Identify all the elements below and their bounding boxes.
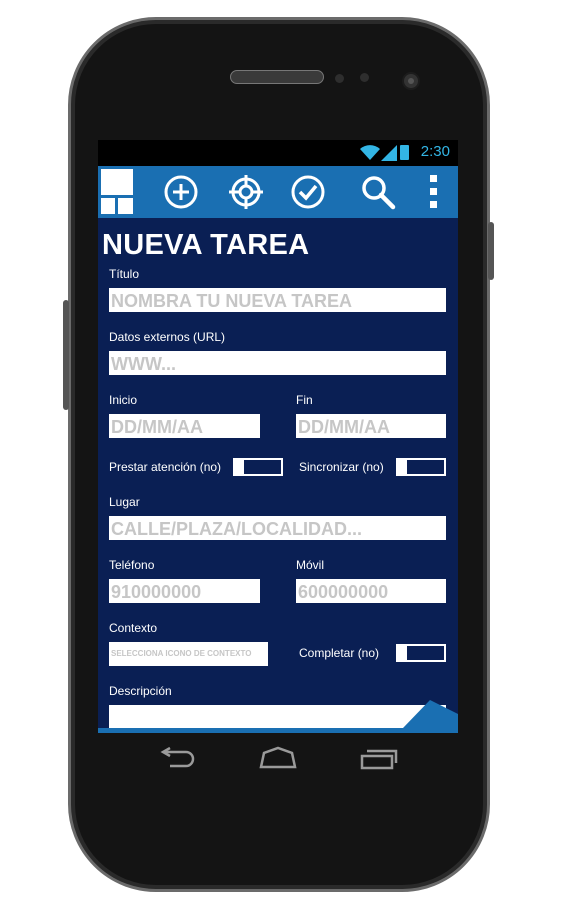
fin-input[interactable]: DD/MM/AA	[296, 414, 446, 438]
form-content[interactable]: NUEVA TAREA Título NOMBRA TU NUEVA TAREA…	[98, 218, 458, 728]
lugar-placeholder: CALLE/PLAZA/LOCALIDAD...	[111, 519, 362, 539]
telefono-input[interactable]: 910000000	[109, 579, 260, 603]
front-camera	[402, 72, 420, 90]
contexto-label: Contexto	[109, 621, 158, 635]
screen: 2:30 NUEVA TAREA Título NOMBRA TU NUEVA …	[98, 140, 458, 733]
contexto-selector[interactable]: SELECCIONA ICONO DE CONTEXTO	[109, 642, 268, 666]
prestar-atencion-label: Prestar atención (no)	[109, 460, 222, 474]
sincronizar-toggle[interactable]	[396, 458, 446, 476]
action-bar	[98, 166, 458, 223]
descripcion-label: Descripción	[109, 684, 172, 698]
movil-placeholder: 600000000	[298, 582, 389, 602]
earpiece-speaker	[230, 70, 324, 84]
back-icon[interactable]	[160, 746, 196, 770]
light-sensor	[360, 73, 369, 82]
lugar-input[interactable]: CALLE/PLAZA/LOCALIDAD...	[109, 516, 446, 540]
check-icon[interactable]	[290, 174, 326, 210]
movil-label: Móvil	[296, 558, 325, 572]
inicio-placeholder: DD/MM/AA	[111, 417, 203, 437]
bottom-strip	[98, 728, 458, 733]
completar-toggle[interactable]	[396, 644, 446, 662]
power-button	[488, 222, 494, 280]
titulo-input[interactable]: NOMBRA TU NUEVA TAREA	[109, 288, 446, 312]
home-icon[interactable]	[258, 746, 298, 770]
wifi-icon	[360, 145, 380, 160]
url-label: Datos externos (URL)	[109, 330, 226, 344]
url-placeholder: WWW...	[111, 354, 176, 374]
inicio-input[interactable]: DD/MM/AA	[109, 414, 260, 438]
status-time: 2:30	[420, 143, 450, 160]
app-logo-icon[interactable]	[101, 169, 133, 214]
overflow-menu-icon[interactable]	[416, 174, 452, 210]
battery-icon	[400, 145, 409, 160]
titulo-placeholder: NOMBRA TU NUEVA TAREA	[111, 291, 352, 311]
volume-button	[63, 300, 69, 410]
sincronizar-label: Sincronizar (no)	[299, 460, 384, 474]
url-input[interactable]: WWW...	[109, 351, 446, 375]
fin-label: Fin	[296, 393, 313, 407]
signal-icon	[381, 145, 397, 161]
search-icon[interactable]	[360, 174, 396, 210]
titulo-label: Título	[109, 267, 140, 281]
contexto-placeholder: SELECCIONA ICONO DE CONTEXTO	[111, 649, 252, 658]
prestar-atencion-toggle[interactable]	[233, 458, 283, 476]
completar-label: Completar (no)	[299, 646, 380, 660]
status-bar: 2:30	[98, 140, 458, 166]
lugar-label: Lugar	[109, 495, 140, 509]
telefono-placeholder: 910000000	[111, 582, 202, 602]
target-icon[interactable]	[228, 174, 264, 210]
inicio-label: Inicio	[109, 393, 138, 407]
descripcion-input[interactable]	[109, 705, 446, 728]
add-icon[interactable]	[163, 174, 199, 210]
proximity-sensor	[335, 74, 344, 83]
fin-placeholder: DD/MM/AA	[298, 417, 390, 437]
telefono-label: Teléfono	[109, 558, 155, 572]
movil-input[interactable]: 600000000	[296, 579, 446, 603]
page-title: NUEVA TAREA	[102, 229, 310, 261]
scroll-up-icon[interactable]	[403, 700, 458, 728]
recent-apps-icon[interactable]	[360, 746, 398, 770]
